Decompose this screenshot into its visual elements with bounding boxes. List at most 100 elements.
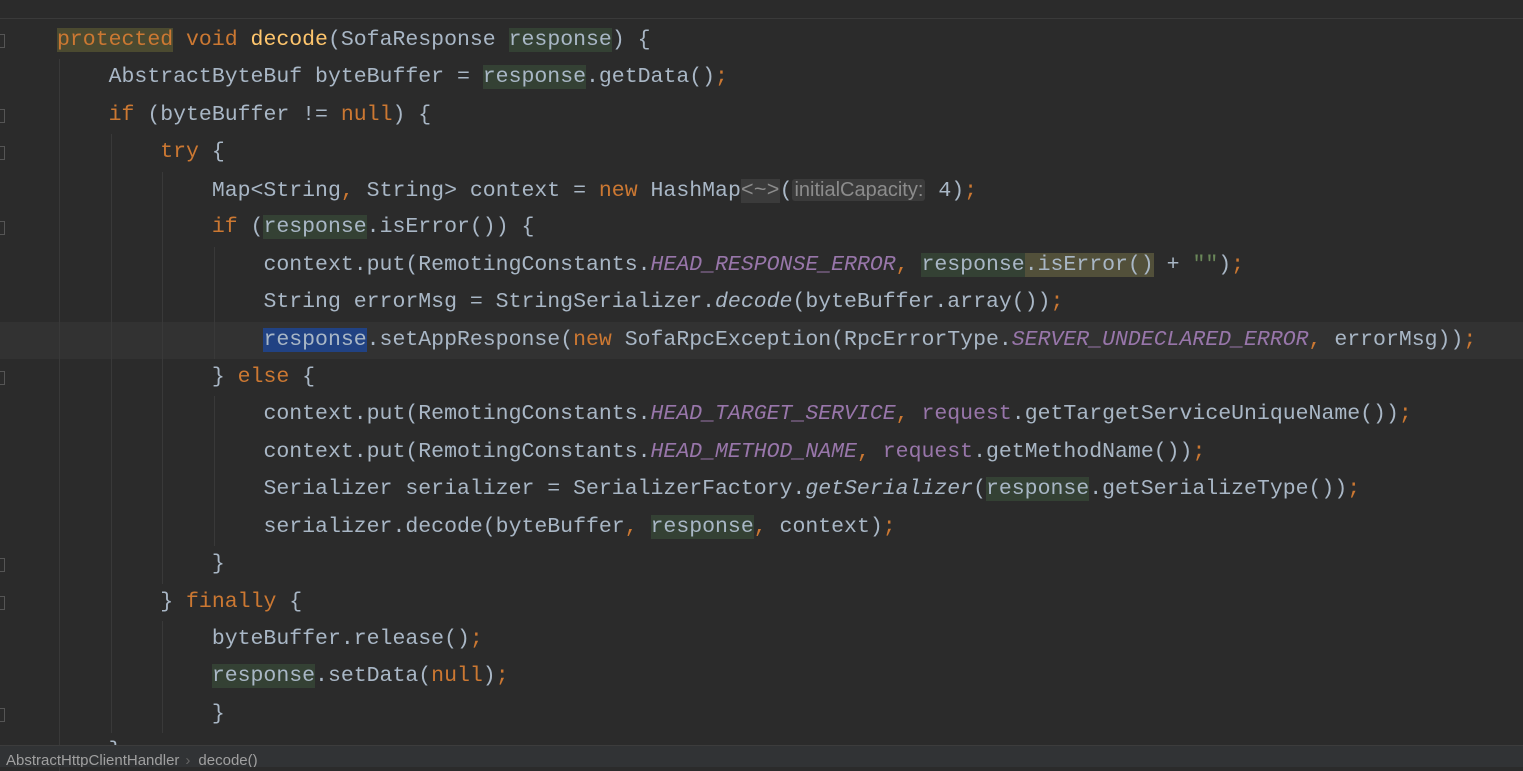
code-token: ) [482,664,496,689]
code-token: new [573,327,612,352]
code-token: response [263,215,367,240]
code-line[interactable]: context.put(RemotingConstants.HEAD_TARGE… [57,396,1523,434]
code-token: getSerializer [805,477,974,502]
code-token: (byteBuffer != [134,102,341,127]
fold-marker-icon[interactable] [0,34,5,48]
indent-guide [59,321,60,359]
code-token: ; [882,514,896,539]
fold-marker-icon[interactable] [0,146,5,161]
code-token: ; [469,627,483,651]
code-token: HEAD_METHOD_NAME [650,439,857,464]
code-token: , [1308,327,1322,352]
code-token: response [482,65,586,90]
fold-marker-icon[interactable] [0,708,5,723]
code-token: .getMethodName()) [973,439,1193,464]
code-token: .getTargetServiceUniqueName()) [1011,402,1399,427]
indent-guide [110,621,112,659]
indent-guide [213,396,215,434]
indent-guide [162,171,164,210]
chevron-right-icon: › [185,752,191,767]
code-token: ; [1398,402,1412,427]
indent-guide [162,246,164,285]
breadcrumb-item-method[interactable]: decode() [198,752,257,767]
indent-guide [110,209,112,247]
code-token: <~> [740,178,780,203]
code-token: .isError()) { [366,215,535,240]
code-line[interactable]: AbstractByteBuf byteBuffer = response.ge… [57,59,1523,97]
indent-guide [162,321,164,359]
breadcrumb-item-class[interactable]: AbstractHttpClientHandler [6,752,179,767]
indent-guide [59,583,60,621]
code-line[interactable]: response.setData(null); [57,658,1523,696]
parameter-hint: initialCapacity: [792,178,926,201]
code-token: context) [766,514,883,539]
code-token: else [237,364,290,389]
code-token: ; [1050,290,1064,315]
code-line[interactable]: serializer.decode(byteBuffer, response, … [57,508,1523,547]
code-token: ; [1463,327,1477,352]
indent-guide [59,621,60,659]
code-line[interactable]: protected void decode(SofaResponse respo… [57,22,1523,59]
breadcrumb: AbstractHttpClientHandler › decode() [0,745,1523,767]
code-token: (SofaResponse [327,28,509,52]
indent-guide [213,284,215,322]
code-line[interactable]: } else { [57,358,1523,397]
code-token: "" [1192,252,1219,277]
code-token: (byteBuffer.array()) [792,290,1051,315]
indent-guide [59,695,60,734]
code-token: { [289,364,316,389]
indent-guide [110,546,112,584]
fold-marker-icon[interactable] [0,221,5,236]
code-line[interactable]: String errorMsg = StringSerializer.decod… [57,284,1523,322]
editor-gutter[interactable] [0,0,40,745]
code-token: ; [495,664,509,689]
code-line[interactable]: context.put(RemotingConstants.HEAD_METHO… [57,433,1523,472]
indent-guide [162,695,164,734]
code-token: byteBuffer.release() [211,627,470,651]
indent-guide [110,358,112,397]
code-token: finally [186,589,277,614]
code-line[interactable]: byteBuffer.release(); [57,621,1523,659]
code-line[interactable]: } [57,546,1523,584]
fold-marker-icon[interactable] [0,558,5,573]
code-line[interactable]: response.setAppResponse(new SofaRpcExcep… [0,321,1523,359]
code-line[interactable]: Map<String, String> context = new HashMa… [57,171,1523,210]
code-token: Map<String [211,178,341,203]
code-token: protected [57,28,174,52]
indent-guide [213,471,215,509]
indent-guide [110,134,112,172]
code-token: .getSerializeType()) [1089,477,1348,502]
code-token: , [895,402,909,427]
indent-guide [162,433,164,472]
code-token: , [340,178,354,203]
indent-guide [213,433,215,472]
code-token: new [598,178,638,203]
code-line[interactable]: try { [57,134,1523,172]
code-token: } [211,364,238,389]
code-line[interactable]: if (byteBuffer != null) { [57,96,1523,135]
indent-guide [213,246,215,285]
indent-guide [110,321,112,359]
indent-guide [59,171,60,210]
indent-guide [110,471,112,509]
code-token: errorMsg)) [1321,327,1464,352]
code-line[interactable]: } [57,695,1523,734]
indent-guide [162,658,164,696]
fold-marker-icon[interactable] [0,108,5,123]
indent-guide [110,284,112,322]
code-line[interactable]: Serializer serializer = SerializerFactor… [57,471,1523,509]
code-editor[interactable]: protected void decode(SofaResponse respo… [0,22,1523,771]
fold-marker-icon[interactable] [0,595,5,610]
code-line[interactable]: context.put(RemotingConstants.HEAD_RESPO… [57,246,1523,285]
code-token: , [856,439,870,464]
indent-guide [59,396,60,434]
code-token: SERVER_UNDECLARED_ERROR [1011,327,1309,352]
fold-marker-icon[interactable] [0,371,5,386]
code-token: context.put(RemotingConstants. [263,252,651,277]
code-token: String> context = [353,178,599,203]
code-token: context.put(RemotingConstants. [263,402,651,427]
code-line[interactable]: } finally { [57,583,1523,621]
code-line[interactable]: if (response.isError()) { [57,209,1523,247]
